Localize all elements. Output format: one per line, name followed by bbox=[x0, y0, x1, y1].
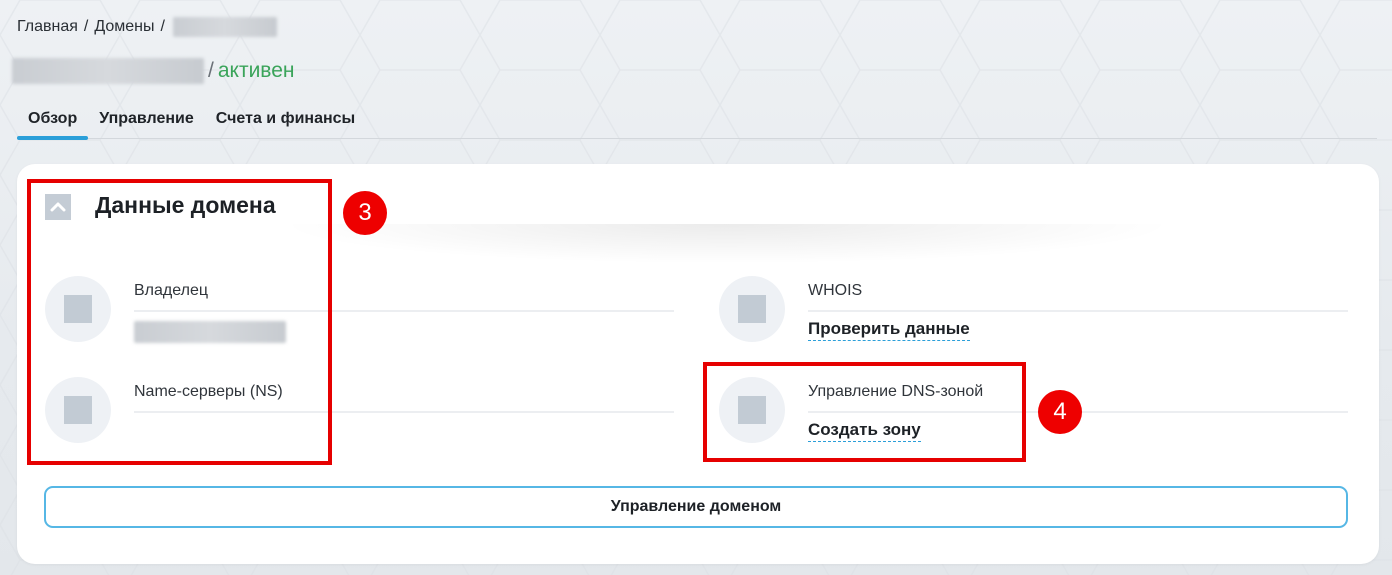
tab-overview[interactable]: Обзор bbox=[17, 100, 89, 140]
domain-name-redacted bbox=[12, 58, 204, 84]
status-text: активен bbox=[217, 59, 295, 82]
title-separator: / bbox=[208, 59, 214, 82]
page-title: / активен bbox=[12, 56, 295, 86]
create-zone-link[interactable]: Создать зону bbox=[808, 420, 921, 442]
domain-data-card: Данные домена Владелец Name-серверы (NS)… bbox=[17, 164, 1379, 564]
breadcrumb-home[interactable]: Главная bbox=[17, 18, 78, 36]
ns-item: Name-серверы (NS) bbox=[45, 377, 675, 447]
breadcrumb-current-redacted bbox=[172, 17, 277, 37]
tab-management[interactable]: Управление bbox=[88, 100, 205, 138]
ns-label: Name-серверы (NS) bbox=[134, 383, 283, 400]
owner-item: Владелец bbox=[45, 276, 675, 346]
annotation-badge-3: 3 bbox=[343, 191, 387, 235]
breadcrumb-domains[interactable]: Домены bbox=[94, 18, 154, 36]
divider bbox=[134, 411, 674, 413]
dns-item: Управление DNS-зоной Создать зону bbox=[719, 377, 1349, 447]
divider bbox=[808, 310, 1348, 312]
owner-value-redacted bbox=[134, 321, 286, 343]
check-data-link[interactable]: Проверить данные bbox=[808, 319, 970, 341]
breadcrumb-separator: / bbox=[160, 18, 165, 35]
dns-label: Управление DNS-зоной bbox=[808, 383, 984, 400]
owner-icon bbox=[45, 276, 111, 342]
card-header: Данные домена bbox=[17, 164, 1379, 244]
whois-icon bbox=[719, 276, 785, 342]
breadcrumb: Главная / Домены / bbox=[17, 16, 277, 38]
tab-billing[interactable]: Счета и финансы bbox=[205, 100, 366, 138]
section-title: Данные домена bbox=[95, 192, 276, 218]
divider bbox=[134, 310, 674, 312]
annotation-badge-4: 4 bbox=[1038, 390, 1082, 434]
whois-item: WHOIS Проверить данные bbox=[719, 276, 1349, 346]
owner-label: Владелец bbox=[134, 282, 209, 299]
square-icon bbox=[738, 396, 766, 424]
manage-domain-button[interactable]: Управление доменом bbox=[44, 486, 1348, 528]
dns-icon bbox=[719, 377, 785, 443]
square-icon bbox=[64, 396, 92, 424]
ns-icon bbox=[45, 377, 111, 443]
tab-bar: Обзор Управление Счета и финансы bbox=[17, 100, 1377, 140]
square-icon bbox=[738, 295, 766, 323]
whois-label: WHOIS bbox=[808, 282, 863, 299]
collapse-button[interactable] bbox=[45, 194, 71, 220]
square-icon bbox=[64, 295, 92, 323]
chevron-up-icon bbox=[50, 202, 66, 212]
breadcrumb-separator: / bbox=[83, 18, 89, 35]
